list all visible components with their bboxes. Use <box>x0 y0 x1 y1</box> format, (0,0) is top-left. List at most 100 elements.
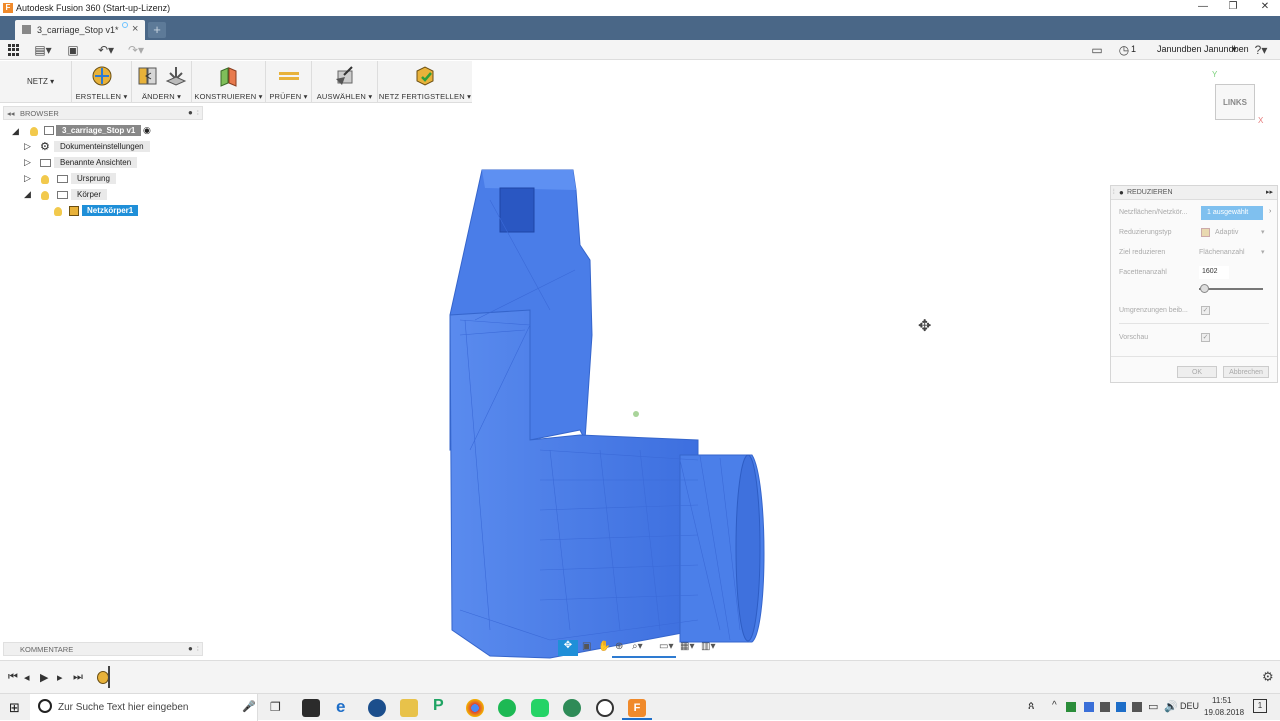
visibility-bulb-icon[interactable] <box>30 127 38 136</box>
collapse-icon[interactable]: ◢ <box>24 189 31 200</box>
dialog-grip-icon[interactable]: ⦙ <box>1113 189 1115 197</box>
windows-start-icon[interactable]: ⊞ <box>9 700 20 716</box>
pycharm-icon[interactable]: P <box>433 697 444 715</box>
tree-item-document-settings[interactable]: ▷ ⚙ Dokumenteinstellungen <box>24 140 194 154</box>
people-icon[interactable]: ጰ <box>1028 700 1035 713</box>
comments-icon[interactable]: ▭ <box>1090 43 1104 57</box>
task-view-icon[interactable]: ❐ <box>270 700 281 714</box>
step-forward-icon[interactable]: ▸ <box>57 671 63 684</box>
clock-date[interactable]: 19.08.2018 <box>1204 708 1244 717</box>
zoom-icon[interactable]: ⊕ <box>615 641 623 652</box>
clear-selection-icon[interactable]: › <box>1269 208 1271 215</box>
job-status-icon[interactable]: ◷ <box>1118 43 1130 57</box>
tree-item-origin[interactable]: ▷ Ursprung <box>24 172 194 186</box>
preserve-boundaries-checkbox[interactable]: ✓ <box>1201 306 1210 315</box>
file-menu-icon[interactable]: ▤▾ <box>34 43 52 57</box>
microphone-icon[interactable]: 🎤 <box>242 700 256 713</box>
minimize-icon[interactable]: — <box>1188 1 1218 15</box>
visibility-bulb-icon[interactable] <box>41 191 49 200</box>
expand-icon[interactable]: ▷ <box>24 173 31 184</box>
chrome-icon[interactable] <box>466 699 484 717</box>
tree-item-named-views[interactable]: ▷ Benannte Ansichten <box>24 156 194 170</box>
activate-component-icon[interactable]: ◉ <box>143 125 151 136</box>
go-to-end-icon[interactable]: ⏭ <box>73 671 83 684</box>
tray-app-icon[interactable] <box>1100 702 1110 712</box>
comments-add-icon[interactable]: ● <box>188 644 193 653</box>
inspect-group[interactable]: PRÜFEN ▾ <box>266 61 312 103</box>
battery-icon[interactable] <box>1132 702 1142 712</box>
fit-icon[interactable]: ⌕▾ <box>632 641 643 652</box>
mesh-model-viewport[interactable] <box>430 160 780 665</box>
create-group[interactable]: ERSTELLEN ▾ <box>72 61 132 103</box>
visibility-bulb-icon[interactable] <box>54 207 62 216</box>
comments-header[interactable]: KOMMENTARE ● ⦙ <box>3 642 203 656</box>
new-tab-button[interactable]: + <box>148 22 166 38</box>
network-icon[interactable]: ▭ <box>1148 700 1158 713</box>
visibility-bulb-icon[interactable] <box>41 175 49 184</box>
mail-icon[interactable] <box>302 699 320 717</box>
browser-pin-icon[interactable]: ⦙ <box>197 108 199 118</box>
fusion-taskbar-icon[interactable]: F <box>628 699 646 717</box>
display-settings-icon[interactable]: ▭▾ <box>659 641 673 652</box>
taskbar-search-box[interactable]: Zur Suche Text hier eingeben 🎤 <box>30 694 258 721</box>
volume-icon[interactable]: 🔊 <box>1164 700 1178 713</box>
action-center-icon[interactable]: 1 <box>1253 699 1267 713</box>
modify-group[interactable]: ÄNDERN ▾ <box>132 61 192 103</box>
preview-checkbox[interactable]: ✓ <box>1201 333 1210 342</box>
browser-options-icon[interactable]: ● <box>188 108 193 117</box>
finish-mesh-group[interactable]: NETZ FERTIGSTELLEN ▾ <box>378 61 472 103</box>
expand-icon[interactable]: ▷ <box>24 141 31 152</box>
go-to-start-icon[interactable]: ⏮ <box>8 671 18 684</box>
show-hidden-icons-icon[interactable]: ^ <box>1052 700 1057 711</box>
facet-count-slider[interactable] <box>1199 284 1263 293</box>
play-icon[interactable]: ▶ <box>40 671 48 684</box>
reduce-dialog-header[interactable]: ⦙ ● REDUZIEREN ▸▸ <box>1111 186 1277 200</box>
slider-handle[interactable] <box>1200 284 1210 293</box>
tray-app-icon[interactable] <box>1116 702 1126 712</box>
browser-header[interactable]: ◂◂ BROWSER ● ⦙ <box>3 106 203 120</box>
construct-group[interactable]: KONSTRUIEREN ▾ <box>192 61 266 103</box>
select-group[interactable]: AUSWÄHLEN ▾ <box>312 61 378 103</box>
orbit-icon[interactable]: ✥ <box>558 640 578 656</box>
pan-hand-icon[interactable]: ✋ <box>598 641 610 652</box>
file-explorer-icon[interactable] <box>400 699 418 717</box>
workspace-switcher[interactable]: NETZ ▾ <box>0 61 72 103</box>
expand-root-icon[interactable]: ◢ <box>12 126 19 137</box>
grid-settings-icon[interactable]: ▦▾ <box>680 641 694 652</box>
collapse-browser-icon[interactable]: ◂◂ <box>7 109 15 118</box>
undo-icon[interactable]: ↶▾ <box>94 43 118 57</box>
ok-button[interactable]: OK <box>1177 366 1217 378</box>
viewcube[interactable]: LINKS <box>1215 84 1255 120</box>
timeline-settings-gear-icon[interactable]: ⚙ <box>1262 669 1274 685</box>
xbox-icon[interactable] <box>563 699 581 717</box>
dropdown-chevron-icon[interactable]: ▾ <box>1261 248 1265 256</box>
network-app-icon[interactable] <box>368 699 386 717</box>
tray-app-icon[interactable] <box>1084 702 1094 712</box>
expand-icon[interactable]: ▷ <box>24 157 31 168</box>
help-icon[interactable]: ?▾ <box>1252 43 1270 57</box>
restore-icon[interactable]: ❐ <box>1218 1 1248 15</box>
reduce-type-select[interactable]: Adaptiv <box>1215 229 1238 236</box>
expand-dialog-icon[interactable]: ▸▸ <box>1266 188 1273 196</box>
user-menu-chevron-icon[interactable]: ▾ <box>1232 44 1237 55</box>
redo-icon[interactable]: ↷▾ <box>124 43 148 57</box>
save-icon[interactable]: ▣ <box>66 43 80 57</box>
tree-item-bodies[interactable]: ◢ Körper <box>24 188 194 202</box>
camera-app-icon[interactable] <box>596 699 614 717</box>
close-tab-icon[interactable]: × <box>132 23 138 35</box>
clock-time[interactable]: 11:51 <box>1212 696 1231 705</box>
edge-browser-icon[interactable]: e <box>336 697 345 717</box>
comments-pin-icon[interactable]: ⦙ <box>197 644 199 654</box>
cancel-button[interactable]: Abbrechen <box>1223 366 1269 378</box>
whatsapp-icon[interactable] <box>531 699 549 717</box>
reduce-target-select[interactable]: Flächenanzahl <box>1199 249 1245 256</box>
look-at-icon[interactable]: ▣ <box>582 641 591 652</box>
timeline-marker[interactable] <box>108 666 110 688</box>
mesh-selection-button[interactable]: 1 ausgewählt <box>1201 206 1263 220</box>
viewports-icon[interactable]: ▥▾ <box>701 641 715 652</box>
dropdown-chevron-icon[interactable]: ▾ <box>1261 228 1265 236</box>
data-panel-grid-icon[interactable] <box>8 44 20 56</box>
close-icon[interactable]: ✕ <box>1250 1 1280 15</box>
spotify-icon[interactable] <box>498 699 516 717</box>
step-back-icon[interactable]: ◂ <box>24 671 30 684</box>
